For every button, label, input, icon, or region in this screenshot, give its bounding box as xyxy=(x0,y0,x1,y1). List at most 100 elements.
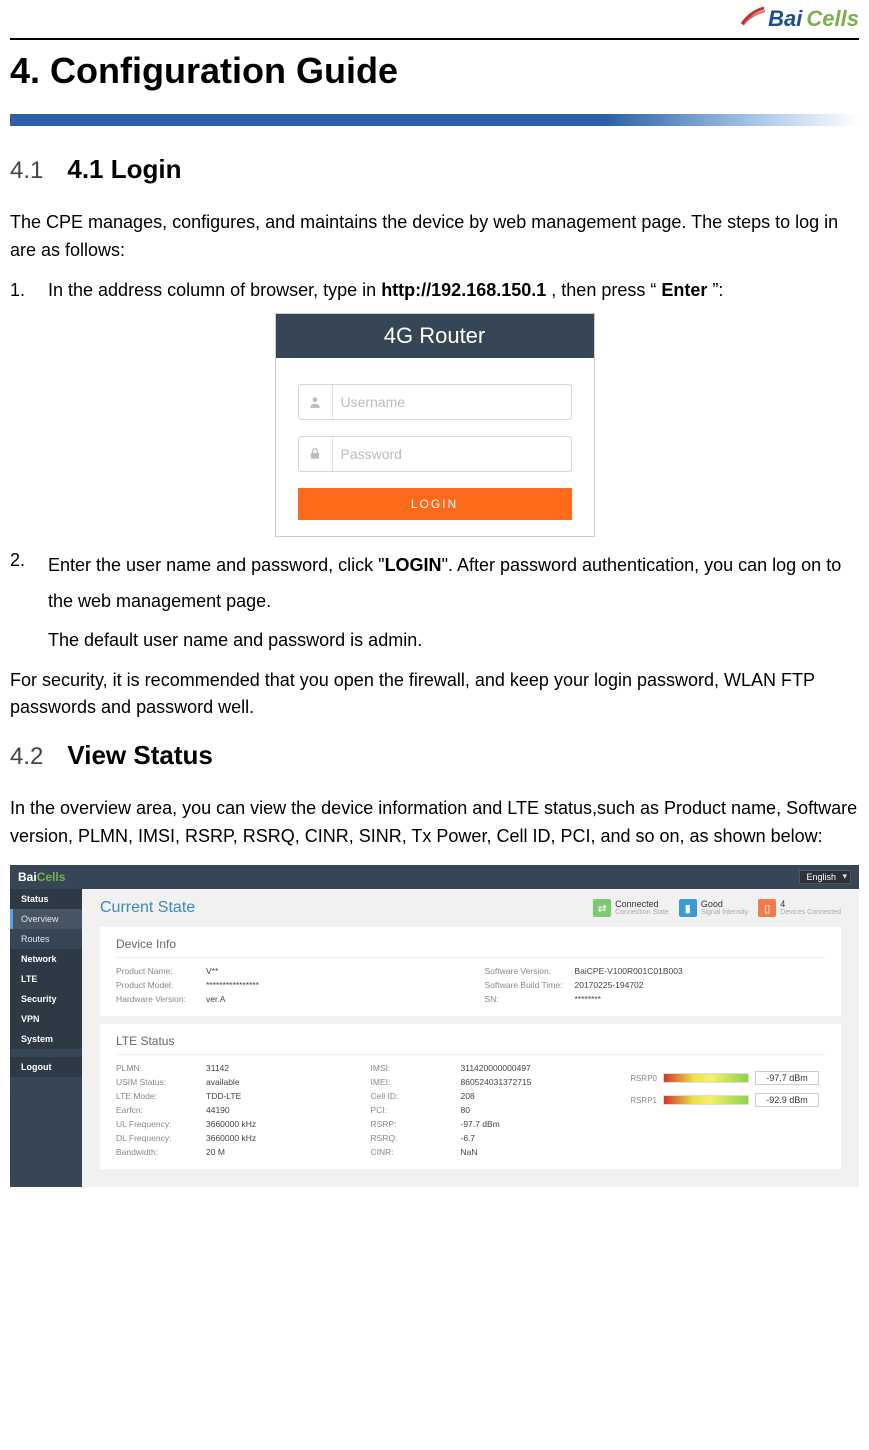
sidebar-item-system[interactable]: System xyxy=(10,1029,82,1049)
device-info-value: BaiCPE-V100R001C01B003 xyxy=(575,966,683,976)
login-button[interactable]: LOGIN xyxy=(298,488,572,520)
lte-row: LTE Mode:TDD-LTE xyxy=(116,1089,351,1103)
lte-status-heading: LTE Status xyxy=(116,1034,825,1055)
lte-value: 860524031372715 xyxy=(461,1077,532,1087)
sidebar-item-security[interactable]: Security xyxy=(10,989,82,1009)
logo-text-cells: Cells xyxy=(806,6,859,32)
device-info-value: V** xyxy=(206,966,218,976)
sidebar-item-status[interactable]: Status xyxy=(10,889,82,909)
lte-value: -97.7 dBm xyxy=(461,1119,500,1129)
logo-swoosh-icon xyxy=(740,6,768,26)
step2-bold: LOGIN xyxy=(385,555,442,575)
lte-value: TDD-LTE xyxy=(206,1091,241,1101)
lte-row: Cell ID:208 xyxy=(371,1089,606,1103)
meter-rsrp1: RSRP1 -92.9 dBm xyxy=(621,1093,819,1107)
lte-row: RSRQ:-6.7 xyxy=(371,1131,606,1145)
lte-row: PLMN:31142 xyxy=(116,1061,351,1075)
page-title-h1: 4. Configuration Guide xyxy=(10,50,859,92)
step1-enter: Enter xyxy=(661,280,707,300)
device-info-card: Device Info Product Name:V** Software Ver… xyxy=(100,927,841,1016)
sidebar-item-lte[interactable]: LTE xyxy=(10,969,82,989)
h1-underline xyxy=(10,114,859,126)
lte-value: 311420000000497 xyxy=(461,1063,531,1073)
section-41-num: 4.1 xyxy=(10,157,43,185)
shot-logo: BaiCells xyxy=(18,870,65,884)
sidebar-item-overview[interactable]: Overview xyxy=(10,909,82,929)
lte-key: Bandwidth: xyxy=(116,1147,206,1157)
meter-rsrp0: RSRP0 -97.7 dBm xyxy=(621,1071,819,1085)
lte-row: Bandwidth:20 M xyxy=(116,1145,351,1159)
meter-rsrp0-label: RSRP0 xyxy=(621,1074,657,1083)
sidebar-item-logout[interactable]: Logout xyxy=(10,1057,82,1077)
sidebar: Status Overview Routes Network LTE Secur… xyxy=(10,889,82,1187)
username-input[interactable] xyxy=(333,394,571,410)
lte-value: 3660000 kHz xyxy=(206,1119,256,1129)
sec41-step2: 2. Enter the user name and password, cli… xyxy=(10,547,859,619)
link-icon: ⇄ xyxy=(593,899,611,917)
device-info-key: Hardware Version: xyxy=(116,994,206,1004)
device-info-heading: Device Info xyxy=(116,937,825,958)
lte-row: IMSI:311420000000497 xyxy=(371,1061,606,1075)
badge3-top: 4 xyxy=(780,900,841,909)
shot-topbar: BaiCells English xyxy=(10,865,859,889)
password-input[interactable] xyxy=(333,446,571,462)
shot-logo-bai: Bai xyxy=(18,870,37,884)
lte-key: DL Frequency: xyxy=(116,1133,206,1143)
lte-value: 20 M xyxy=(206,1147,225,1157)
password-field[interactable] xyxy=(298,436,572,472)
step1-mid: , then press “ xyxy=(551,280,656,300)
section-42-heading: 4.2 View Status xyxy=(10,740,859,771)
sec41-default-creds: The default user name and password is ad… xyxy=(10,627,859,655)
header-rule xyxy=(10,38,859,40)
lte-status-card: LTE Status PLMN:31142 IMSI:31142000000049… xyxy=(100,1024,841,1169)
lte-value: 80 xyxy=(461,1105,470,1115)
username-field[interactable] xyxy=(298,384,572,420)
login-banner: 4G Router xyxy=(276,314,594,358)
lte-value: 31142 xyxy=(206,1063,229,1073)
current-state-title: Current State xyxy=(100,899,195,917)
badge-signal: ▮ GoodSignal Intensity xyxy=(679,899,748,917)
lte-row: PCI:80 xyxy=(371,1103,606,1117)
step1-url: http://192.168.150.1 xyxy=(381,280,546,300)
badge-connected: ⇄ ConnectedConnection State xyxy=(593,899,669,917)
admin-screenshot: BaiCells English Status Overview Routes … xyxy=(10,865,859,1187)
step1-post: ”: xyxy=(712,280,723,300)
section-41-heading: 4.1 4.1 Login xyxy=(10,154,859,185)
sidebar-item-vpn[interactable]: VPN xyxy=(10,1009,82,1029)
status-badges: ⇄ ConnectedConnection State ▮ GoodSignal… xyxy=(593,899,841,917)
device-info-row: Product Model:**************** xyxy=(116,978,457,992)
shot-logo-cells: Cells xyxy=(37,870,66,884)
badge2-bot: Signal Intensity xyxy=(701,909,748,916)
sidebar-item-network[interactable]: Network xyxy=(10,949,82,969)
device-info-value: **************** xyxy=(206,980,259,990)
signal-icon: ▮ xyxy=(679,899,697,917)
lte-row: Earfcn:44190 xyxy=(116,1103,351,1117)
meter-rsrp1-value: -92.9 dBm xyxy=(755,1093,819,1107)
lte-value: available xyxy=(206,1077,240,1087)
badge3-bot: Devices Connected xyxy=(780,909,841,916)
sidebar-item-routes[interactable]: Routes xyxy=(10,929,82,949)
lte-value: 208 xyxy=(461,1091,475,1101)
device-info-value: 20170225-194702 xyxy=(575,980,644,990)
devices-icon: ▯ xyxy=(758,899,776,917)
lte-key: PCI: xyxy=(371,1105,461,1115)
device-info-row: Software Version:BaiCPE-V100R001C01B003 xyxy=(485,964,826,978)
logo-text-bai: Bai xyxy=(768,6,802,32)
lte-key: CINR: xyxy=(371,1147,461,1157)
lte-key: Earfcn: xyxy=(116,1105,206,1115)
device-info-row: SN:******** xyxy=(485,992,826,1006)
lte-key: USIM Status: xyxy=(116,1077,206,1087)
lte-value: 44190 xyxy=(206,1105,230,1115)
badge1-top: Connected xyxy=(615,900,669,909)
device-info-row: Software Build Time:20170225-194702 xyxy=(485,978,826,992)
lte-key: PLMN: xyxy=(116,1063,206,1073)
header-logo-row: Bai Cells xyxy=(10,0,859,32)
lte-value: NaN xyxy=(461,1147,478,1157)
lte-key: LTE Mode: xyxy=(116,1091,206,1101)
lte-row: IMEI:860524031372715 xyxy=(371,1075,606,1089)
rsrp-meters: RSRP0 -97.7 dBm RSRP1 -92.9 dBm xyxy=(615,1061,825,1159)
device-info-key: Product Name: xyxy=(116,966,206,976)
lte-key: RSRQ: xyxy=(371,1133,461,1143)
sec41-step1: 1. In the address column of browser, typ… xyxy=(10,277,859,305)
language-select[interactable]: English xyxy=(799,870,851,884)
